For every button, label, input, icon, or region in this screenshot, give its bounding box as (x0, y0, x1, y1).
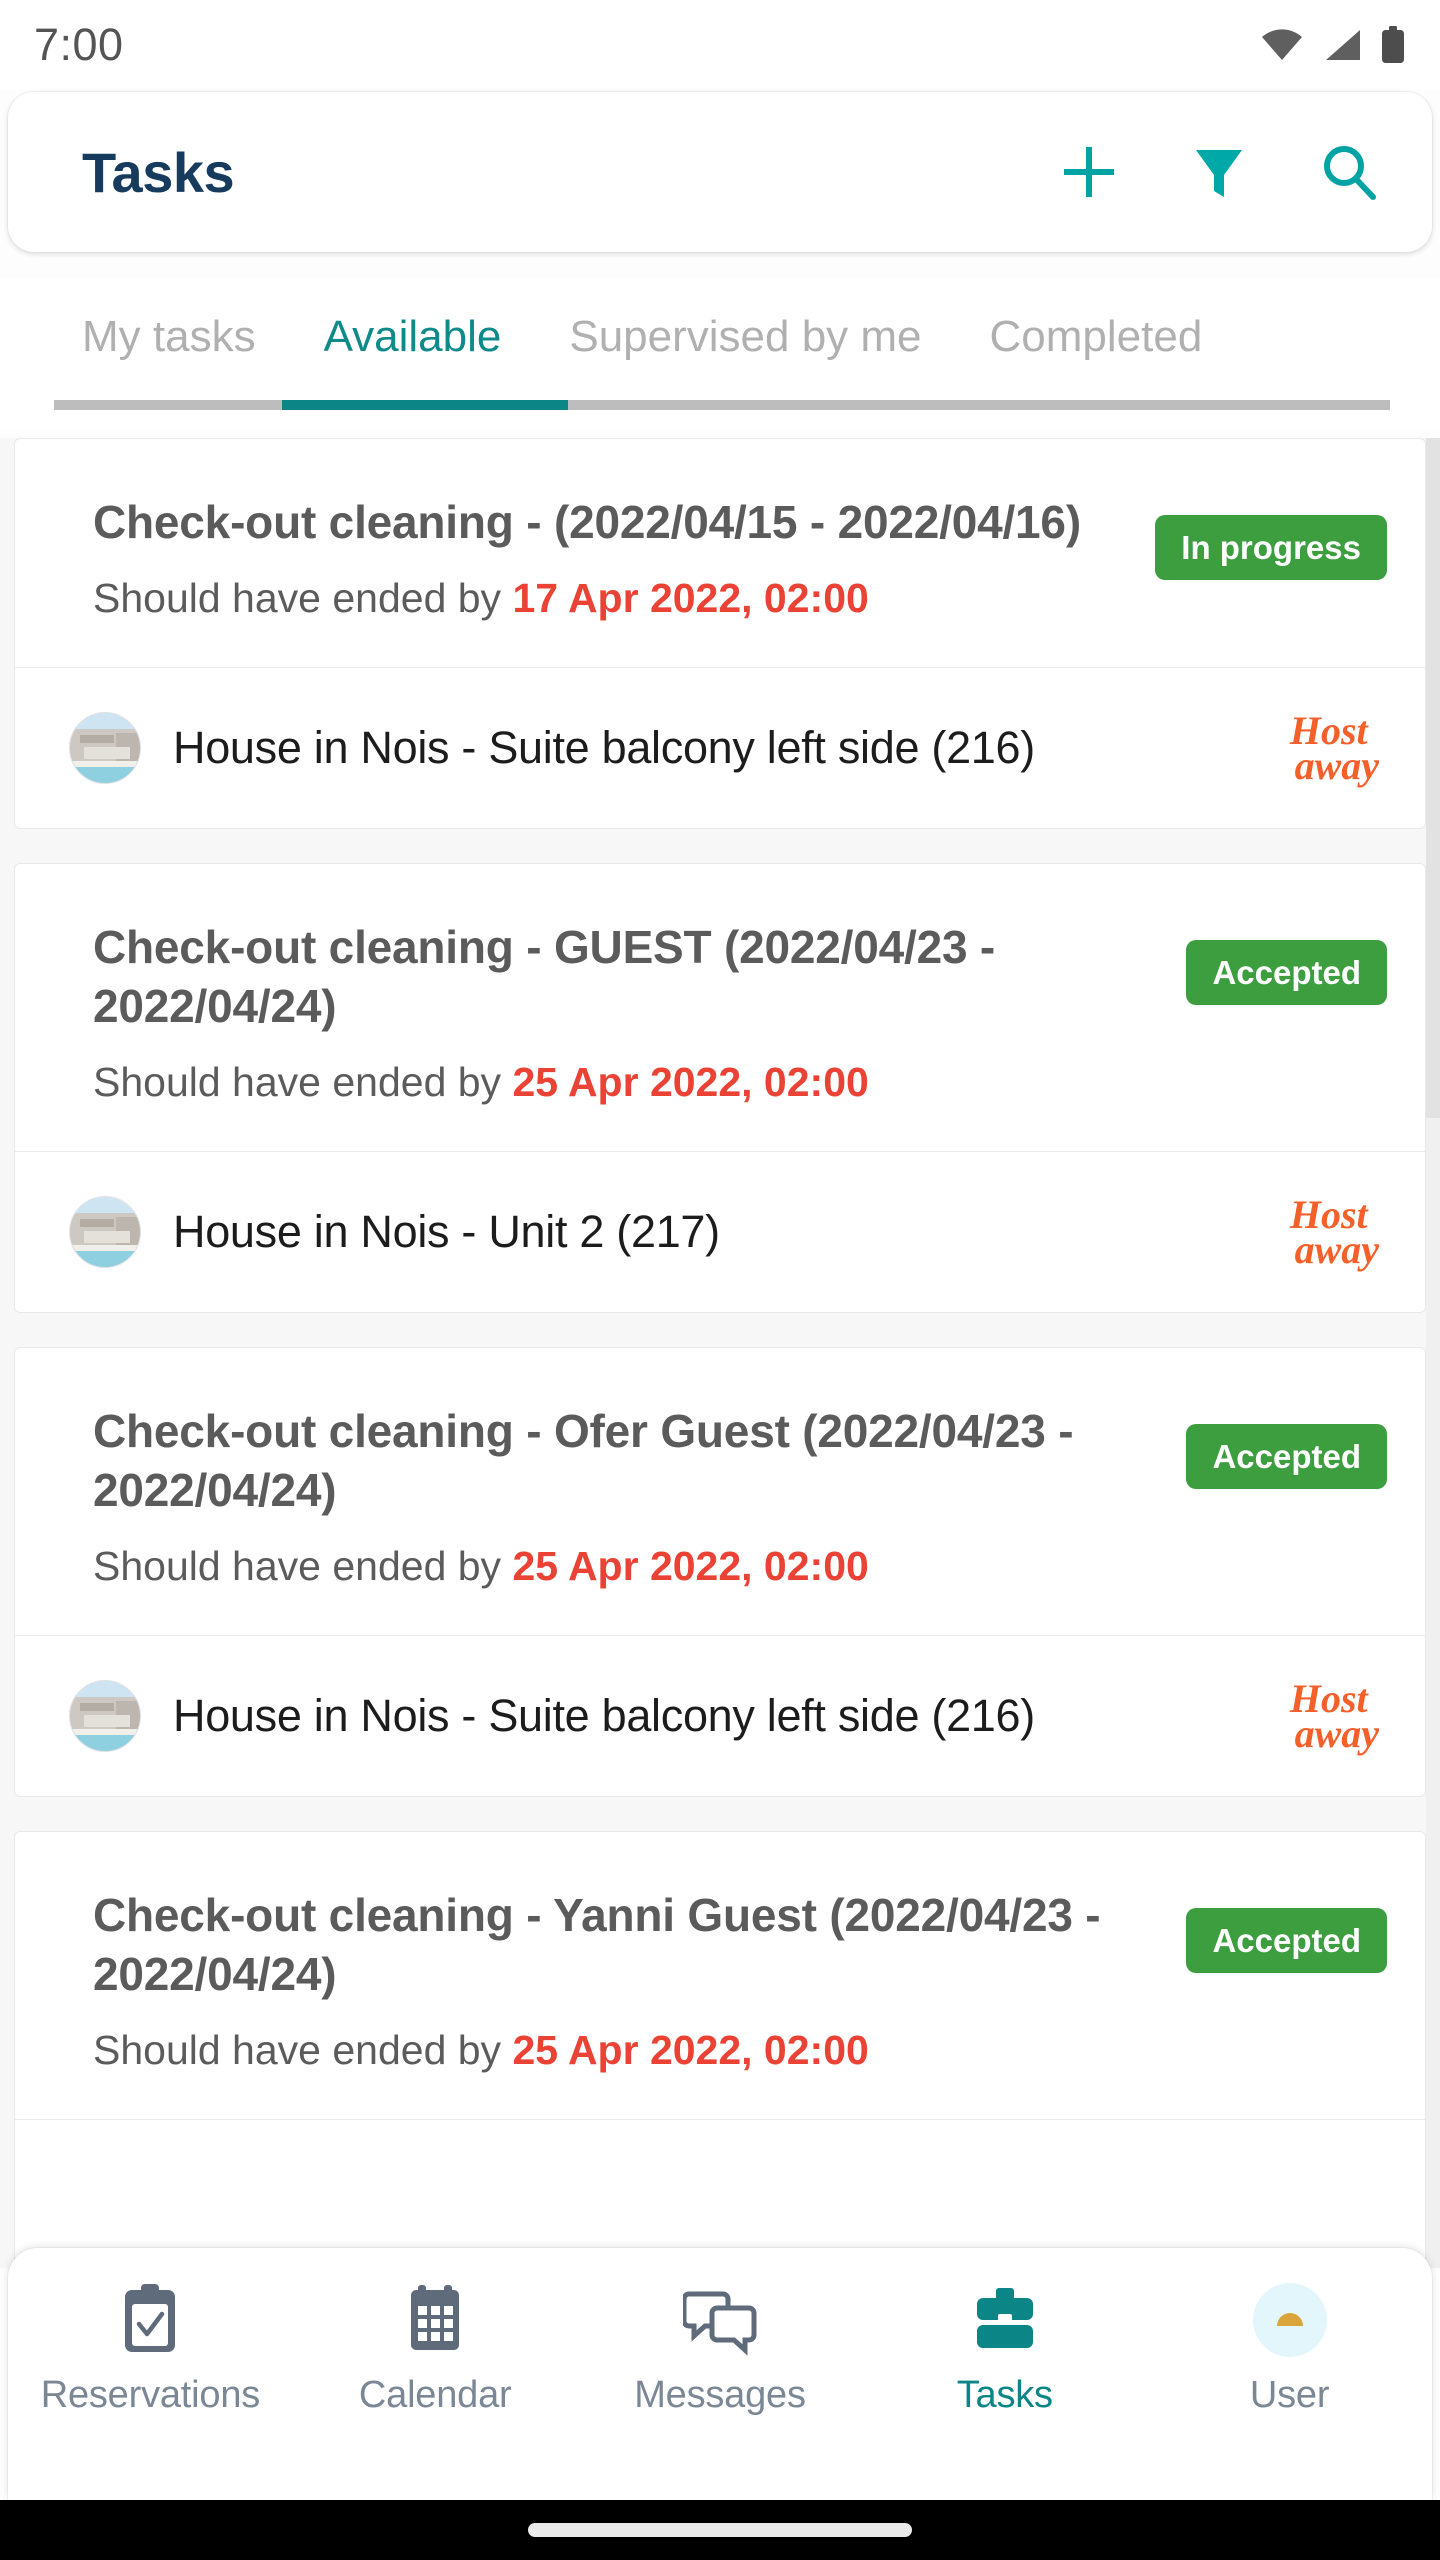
bottom-navigation: Reservations Calendar Messages Tasks Use… (8, 2248, 1432, 2500)
property-name: House in Nois - Suite balcony left side … (173, 722, 1035, 774)
clipboard-check-icon (117, 2282, 183, 2358)
cellular-signal-icon (1322, 28, 1362, 62)
gesture-home-pill[interactable] (528, 2523, 912, 2537)
status-badge: Accepted (1186, 940, 1387, 1006)
nav-item-reservations[interactable]: Reservations (8, 2282, 293, 2417)
task-card[interactable]: Check-out cleaning - GUEST (2022/04/23 -… (14, 863, 1426, 1313)
tab-active-indicator (282, 400, 568, 410)
chat-bubbles-icon (682, 2282, 757, 2358)
task-card-header[interactable]: Check-out cleaning - Yanni Guest (2022/0… (15, 1832, 1425, 2119)
task-due: Should have ended by 25 Apr 2022, 02:00 (93, 1542, 1162, 1591)
battery-icon (1380, 26, 1406, 64)
task-title: Check-out cleaning - Ofer Guest (2022/04… (93, 1405, 1074, 1516)
task-status-wrap: Accepted (1186, 918, 1387, 1006)
tab-list: My tasks Available Supervised by me Comp… (0, 278, 1440, 396)
task-card-header[interactable]: Check-out cleaning - GUEST (2022/04/23 -… (15, 864, 1425, 1151)
task-card-text: Check-out cleaning - GUEST (2022/04/23 -… (93, 918, 1186, 1107)
wifi-icon (1260, 28, 1304, 62)
task-due-date: 25 Apr 2022, 02:00 (512, 1058, 869, 1105)
task-card-text: Check-out cleaning - Ofer Guest (2022/04… (93, 1402, 1186, 1591)
task-status-wrap: In progress (1155, 493, 1387, 580)
filter-button[interactable] (1180, 133, 1258, 211)
property-name: House in Nois - Suite balcony left side … (173, 1689, 1035, 1741)
task-card[interactable]: Check-out cleaning - Yanni Guest (2022/0… (14, 1830, 1426, 2268)
task-due: Should have ended by 25 Apr 2022, 02:00 (93, 1058, 1162, 1107)
nav-label: User (1249, 2374, 1330, 2416)
property-thumbnail (69, 712, 141, 785)
status-bar-clock: 7:00 (34, 19, 124, 70)
task-property-row[interactable]: House in Nois - Suite balcony left side … (15, 668, 1425, 828)
add-task-button[interactable] (1050, 133, 1128, 211)
task-due-prefix: Should have ended by (93, 2026, 502, 2073)
status-badge: In progress (1155, 515, 1387, 580)
task-title: Check-out cleaning - (2022/04/15 - 2022/… (93, 496, 1081, 548)
task-title: Check-out cleaning - Yanni Guest (2022/0… (93, 1888, 1101, 2000)
nav-item-tasks[interactable]: Tasks (862, 2282, 1147, 2417)
funnel-icon (1188, 141, 1250, 203)
task-title: Check-out cleaning - GUEST (2022/04/23 -… (93, 921, 996, 1032)
task-due: Should have ended by 17 Apr 2022, 02:00 (93, 574, 1131, 623)
plus-icon (1058, 141, 1120, 203)
task-due-date: 25 Apr 2022, 02:00 (512, 2026, 869, 2073)
task-due-prefix: Should have ended by (93, 1058, 502, 1105)
task-card[interactable]: Check-out cleaning - (2022/04/15 - 2022/… (14, 438, 1426, 830)
nav-item-user[interactable]: User (1147, 2282, 1432, 2417)
tab-scroll-track[interactable] (54, 400, 1390, 410)
briefcase-icon (972, 2282, 1038, 2358)
task-list[interactable]: Check-out cleaning - (2022/04/15 - 2022/… (0, 438, 1440, 2268)
task-property-row[interactable]: House in Nois - Unit 2 (217) Host away (15, 1152, 1425, 1312)
channel-logo-line2: away (1294, 1710, 1379, 1756)
task-property-row[interactable]: House in Nois - Suite balcony left side … (15, 1636, 1425, 1796)
nav-label: Tasks (956, 2374, 1053, 2416)
task-card-text: Check-out cleaning - Yanni Guest (2022/0… (93, 1886, 1186, 2075)
tab-my-tasks[interactable]: My tasks (48, 312, 290, 362)
task-due-prefix: Should have ended by (93, 1542, 502, 1589)
task-card-header[interactable]: Check-out cleaning - (2022/04/15 - 2022/… (15, 439, 1425, 667)
search-icon (1318, 141, 1380, 203)
system-navigation-bar (0, 2500, 1440, 2560)
task-property-row[interactable] (15, 2120, 1425, 2268)
channel-logo-line2: away (1294, 743, 1379, 789)
channel-logo-hostaway: Host away (1279, 1678, 1387, 1756)
nav-item-calendar[interactable]: Calendar (293, 2282, 578, 2417)
page-scrollbar-thumb[interactable] (1426, 438, 1440, 1118)
status-bar: 7:00 (0, 0, 1440, 90)
tab-supervised-by-me[interactable]: Supervised by me (535, 312, 955, 362)
nav-label: Calendar (358, 2374, 512, 2416)
status-badge: Accepted (1186, 1424, 1387, 1489)
calendar-grid-icon (402, 2282, 468, 2358)
task-card[interactable]: Check-out cleaning - Ofer Guest (2022/04… (14, 1347, 1426, 1797)
status-bar-icons (1260, 26, 1406, 64)
property-thumbnail (69, 1196, 141, 1268)
page-title: Tasks (82, 140, 235, 204)
avatar-logo-mark (1276, 2312, 1303, 2326)
tab-available[interactable]: Available (290, 312, 536, 362)
avatar-icon (1252, 2282, 1327, 2358)
task-card-text: Check-out cleaning - (2022/04/15 - 2022/… (93, 493, 1155, 623)
tab-completed[interactable]: Completed (956, 312, 1237, 362)
task-card-header[interactable]: Check-out cleaning - Ofer Guest (2022/04… (15, 1348, 1425, 1635)
nav-label: Reservations (40, 2374, 261, 2416)
nav-item-messages[interactable]: Messages (578, 2282, 863, 2417)
task-status-wrap: Accepted (1186, 1886, 1387, 1973)
task-due-date: 17 Apr 2022, 02:00 (512, 574, 869, 621)
app-bar-actions (1050, 133, 1388, 211)
task-due: Should have ended by 25 Apr 2022, 02:00 (93, 2026, 1162, 2075)
property-name: House in Nois - Unit 2 (217) (173, 1206, 720, 1257)
channel-logo-hostaway: Host away (1279, 710, 1387, 789)
task-due-prefix: Should have ended by (93, 574, 502, 621)
nav-label: Messages (634, 2374, 806, 2416)
avatar (1252, 2283, 1327, 2357)
search-button[interactable] (1310, 133, 1388, 211)
property-thumbnail (69, 1679, 141, 1752)
status-badge: Accepted (1186, 1907, 1387, 1973)
task-status-wrap: Accepted (1186, 1402, 1387, 1489)
channel-logo-line2: away (1294, 1227, 1379, 1272)
task-due-date: 25 Apr 2022, 02:00 (512, 1542, 869, 1589)
channel-logo-hostaway: Host away (1279, 1194, 1387, 1272)
app-bar: Tasks (8, 92, 1432, 252)
phone-screen: 7:00 Tasks My tasks Available Supervised… (0, 0, 1440, 2560)
